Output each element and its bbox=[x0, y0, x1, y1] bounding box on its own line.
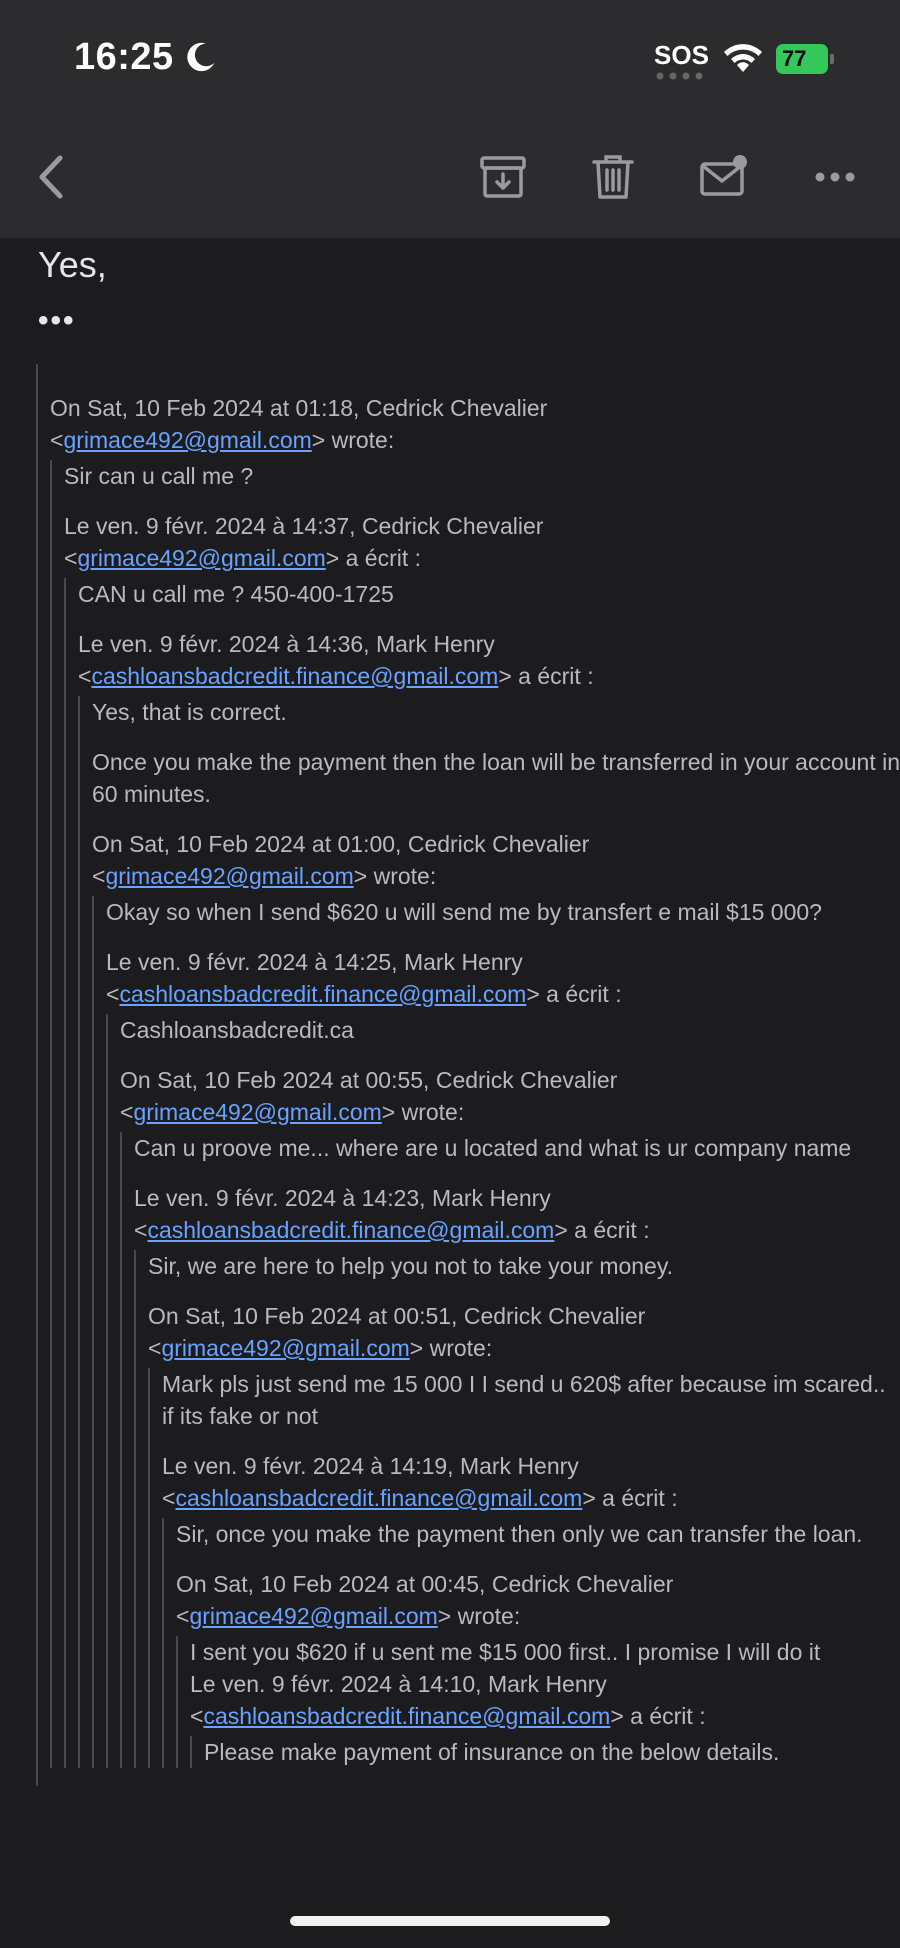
quote-attribution: On Sat, 10 Feb 2024 at 00:55, Cedrick Ch… bbox=[120, 1067, 618, 1125]
quote-attribution: Le ven. 9 févr. 2024 à 14:25, Mark Henry… bbox=[106, 949, 622, 1007]
quoted-message: Mark pls just send me 15 000 I I send u … bbox=[162, 1371, 886, 1429]
quote-block: Mark pls just send me 15 000 I I send u … bbox=[148, 1368, 900, 1768]
quote-attribution: Le ven. 9 févr. 2024 à 14:37, Cedrick Ch… bbox=[64, 513, 544, 571]
attribution-text: On Sat, 10 Feb 2024 at 00:51, Cedrick Ch… bbox=[148, 1303, 646, 1329]
attribution-suffix: a écrit : bbox=[595, 1485, 678, 1511]
mail-toolbar bbox=[0, 120, 900, 238]
quoted-message: CAN u call me ? 450-400-1725 bbox=[78, 581, 394, 607]
sender-email-link[interactable]: grimace492@gmail.com bbox=[105, 863, 353, 889]
quote-block: Cashloansbadcredit.ca On Sat, 10 Feb 202… bbox=[106, 1014, 900, 1768]
email-greeting: Yes, bbox=[38, 244, 107, 285]
quote-block: Can u proove me... where are u located a… bbox=[120, 1132, 900, 1768]
battery-indicator: 77 bbox=[776, 44, 836, 76]
battery-level: 77 bbox=[776, 44, 828, 74]
envelope-badge-icon[interactable] bbox=[696, 150, 750, 204]
attribution-suffix: a écrit : bbox=[623, 1703, 706, 1729]
quoted-message: Sir can u call me ? bbox=[64, 463, 254, 489]
quote-block: Okay so when I send $620 u will send me … bbox=[92, 896, 900, 1768]
quote-block: I sent you $620 if u sent me $15 000 fir… bbox=[176, 1636, 900, 1768]
quoted-message: Please make payment of insurance on the … bbox=[204, 1739, 780, 1765]
sender-email-link[interactable]: grimace492@gmail.com bbox=[161, 1335, 409, 1361]
quote-attribution: Le ven. 9 févr. 2024 à 14:19, Mark Henry… bbox=[162, 1453, 678, 1511]
quote-block: CAN u call me ? 450-400-1725 Le ven. 9 f… bbox=[64, 578, 900, 1768]
attribution-text: On Sat, 10 Feb 2024 at 00:45, Cedrick Ch… bbox=[176, 1571, 674, 1597]
quoted-message: Sir, once you make the payment then only… bbox=[176, 1521, 863, 1547]
quote-attribution: On Sat, 10 Feb 2024 at 01:18, Cedrick Ch… bbox=[50, 395, 548, 453]
attribution-text: Le ven. 9 févr. 2024 à 14:19, Mark Henry bbox=[162, 1453, 579, 1479]
sender-email-link[interactable]: cashloansbadcredit.finance@gmail.com bbox=[91, 663, 498, 689]
quote-attribution: On Sat, 10 Feb 2024 at 00:45, Cedrick Ch… bbox=[176, 1571, 674, 1629]
quoted-message: Sir, we are here to help you not to take… bbox=[148, 1253, 674, 1279]
show-trimmed-content-button[interactable]: ••• bbox=[38, 304, 76, 338]
attribution-suffix: wrote: bbox=[423, 1335, 493, 1361]
sender-email-link[interactable]: grimace492@gmail.com bbox=[189, 1603, 437, 1629]
attribution-suffix: wrote: bbox=[451, 1603, 521, 1629]
attribution-suffix: wrote: bbox=[367, 863, 437, 889]
quote-block: Sir can u call me ? Le ven. 9 févr. 2024… bbox=[50, 460, 900, 1768]
attribution-text: On Sat, 10 Feb 2024 at 00:55, Cedrick Ch… bbox=[120, 1067, 618, 1093]
attribution-suffix: a écrit : bbox=[567, 1217, 650, 1243]
quote-block: Please make payment of insurance on the … bbox=[190, 1736, 900, 1768]
attribution-suffix: a écrit : bbox=[539, 981, 622, 1007]
attribution-text: Le ven. 9 févr. 2024 à 14:10, Mark Henry bbox=[190, 1671, 607, 1697]
archive-box-icon[interactable] bbox=[476, 150, 530, 204]
attribution-text: Le ven. 9 févr. 2024 à 14:36, Mark Henry bbox=[78, 631, 495, 657]
sender-email-link[interactable]: cashloansbadcredit.finance@gmail.com bbox=[147, 1217, 554, 1243]
signal-dots-icon bbox=[656, 72, 703, 80]
quote-attribution: Le ven. 9 févr. 2024 à 14:36, Mark Henry… bbox=[78, 631, 594, 689]
status-time: 16:25 bbox=[74, 36, 174, 78]
quoted-message: Once you make the payment then the loan … bbox=[92, 749, 900, 807]
quoted-message: I sent you $620 if u sent me $15 000 fir… bbox=[190, 1639, 821, 1665]
sender-email-link[interactable]: grimace492@gmail.com bbox=[77, 545, 325, 571]
more-icon[interactable] bbox=[808, 150, 862, 204]
attribution-text: On Sat, 10 Feb 2024 at 01:00, Cedrick Ch… bbox=[92, 831, 590, 857]
attribution-suffix: wrote: bbox=[395, 1099, 465, 1125]
quoted-message: Yes, that is correct. bbox=[92, 699, 287, 725]
quote-attribution: Le ven. 9 févr. 2024 à 14:10, Mark Henry… bbox=[190, 1671, 706, 1729]
quote-attribution: On Sat, 10 Feb 2024 at 01:00, Cedrick Ch… bbox=[92, 831, 590, 889]
quote-block: Sir, once you make the payment then only… bbox=[162, 1518, 900, 1768]
quote-block: Yes, that is correct. Once you make the … bbox=[78, 696, 900, 1768]
attribution-text: On Sat, 10 Feb 2024 at 01:18, Cedrick Ch… bbox=[50, 395, 548, 421]
quoted-message: Can u proove me... where are u located a… bbox=[134, 1135, 852, 1161]
chevron-left-icon[interactable] bbox=[26, 150, 80, 204]
moon-icon bbox=[187, 42, 215, 72]
quote-attribution: Le ven. 9 févr. 2024 à 14:23, Mark Henry… bbox=[134, 1185, 650, 1243]
wifi-icon bbox=[724, 44, 762, 72]
quote-block: Sir, we are here to help you not to take… bbox=[134, 1250, 900, 1768]
status-bar: 16:25 SOS 77 bbox=[0, 0, 900, 120]
quote-attribution: On Sat, 10 Feb 2024 at 00:51, Cedrick Ch… bbox=[148, 1303, 646, 1361]
sender-email-link[interactable]: grimace492@gmail.com bbox=[133, 1099, 381, 1125]
quoted-thread: On Sat, 10 Feb 2024 at 01:18, Cedrick Ch… bbox=[36, 364, 900, 1786]
quoted-message: Cashloansbadcredit.ca bbox=[120, 1017, 354, 1043]
battery-nub bbox=[830, 54, 834, 64]
sender-email-link[interactable]: cashloansbadcredit.finance@gmail.com bbox=[119, 981, 526, 1007]
email-body: Yes, ••• On Sat, 10 Feb 2024 at 01:18, C… bbox=[0, 238, 900, 1948]
attribution-suffix: a écrit : bbox=[339, 545, 422, 571]
attribution-text: Le ven. 9 févr. 2024 à 14:37, Cedrick Ch… bbox=[64, 513, 544, 539]
sender-email-link[interactable]: grimace492@gmail.com bbox=[63, 427, 311, 453]
attribution-suffix: wrote: bbox=[325, 427, 395, 453]
sos-indicator: SOS bbox=[654, 40, 709, 70]
home-indicator[interactable] bbox=[290, 1916, 610, 1926]
attribution-text: Le ven. 9 févr. 2024 à 14:25, Mark Henry bbox=[106, 949, 523, 975]
sender-email-link[interactable]: cashloansbadcredit.finance@gmail.com bbox=[175, 1485, 582, 1511]
attribution-suffix: a écrit : bbox=[511, 663, 594, 689]
trash-icon[interactable] bbox=[586, 150, 640, 204]
attribution-text: Le ven. 9 févr. 2024 à 14:23, Mark Henry bbox=[134, 1185, 551, 1211]
quoted-message: Okay so when I send $620 u will send me … bbox=[106, 899, 822, 925]
sender-email-link[interactable]: cashloansbadcredit.finance@gmail.com bbox=[203, 1703, 610, 1729]
